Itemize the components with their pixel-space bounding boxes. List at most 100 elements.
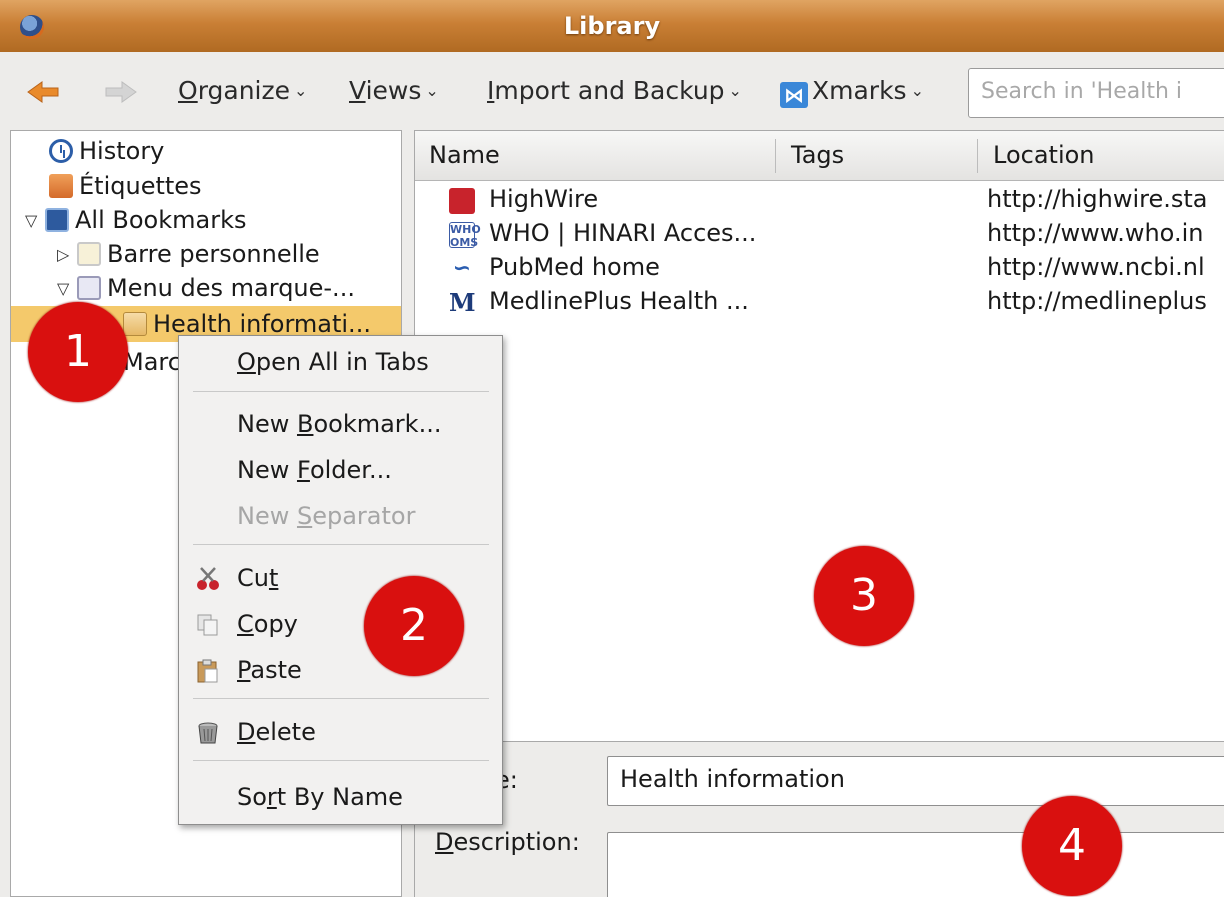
views-label: iews (365, 76, 422, 105)
menu-text: elete (255, 718, 316, 746)
menu-mnemonic: C (237, 610, 254, 638)
menu-text: aste (250, 656, 302, 684)
chevron-down-icon: ⌄ (294, 81, 308, 100)
xmarks-menu-button[interactable]: ⋈ Xmarks ⌄ (780, 76, 924, 108)
column-divider[interactable] (977, 139, 978, 173)
bookmark-name: WHO | HINARI Acces... (489, 219, 757, 247)
description-label: Description: (435, 828, 580, 856)
description-mnemonic: D (435, 828, 454, 856)
description-field[interactable] (607, 832, 1224, 897)
tree-item-label: History (79, 137, 165, 165)
search-input[interactable]: Search in 'Health i (968, 68, 1224, 118)
menu-text: So (237, 783, 267, 811)
copy-icon (197, 614, 218, 636)
list-item[interactable]: M MedlinePlus Health ... http://medlinep… (415, 285, 1224, 319)
menu-item-sort-by-name[interactable]: Sort By Name (237, 783, 403, 811)
medlineplus-icon: M (449, 288, 476, 317)
views-mnemonic: V (349, 76, 366, 105)
tags-icon (49, 174, 73, 198)
menu-mnemonic: t (268, 564, 279, 592)
menu-text: t By Name (276, 783, 403, 811)
callout-3: 3 (814, 546, 914, 646)
menu-item-cut[interactable]: Cut (237, 564, 278, 592)
column-header-name[interactable]: Name (429, 141, 500, 169)
menu-item-copy[interactable]: Copy (237, 610, 298, 638)
list-header: Name Tags Location (415, 131, 1224, 181)
menu-item-paste[interactable]: Paste (237, 656, 302, 684)
column-header-location[interactable]: Location (993, 141, 1095, 169)
bookmark-name: MedlinePlus Health ... (489, 287, 749, 315)
toolbar-folder-icon (77, 242, 101, 266)
tree-item-barre-personnelle[interactable]: ▷ Barre personnelle (57, 237, 320, 271)
bookmark-location: http://www.ncbi.nl (987, 253, 1205, 281)
menu-folder-icon (77, 276, 101, 300)
toolbar: Organize ⌄ Views ⌄ Import and Backup ⌄ ⋈ Xma… (0, 52, 1224, 132)
menu-mnemonic: P (237, 656, 251, 684)
column-divider[interactable] (775, 139, 776, 173)
xmarks-label: Xmarks (812, 76, 907, 105)
menu-separator (193, 544, 489, 545)
tree-item-all-bookmarks[interactable]: ▽ All Bookmarks (25, 203, 246, 237)
menu-item-new-folder[interactable]: New Folder... (237, 456, 392, 484)
menu-item-new-separator: New Separator (237, 502, 415, 530)
tree-item-label: Barre personnelle (107, 240, 320, 268)
back-arrow-icon[interactable] (26, 80, 60, 104)
menu-text: ookmark... (313, 410, 442, 438)
folder-icon (123, 312, 147, 336)
menu-item-open-all-in-tabs[interactable]: Open All in Tabs (237, 348, 429, 376)
context-menu: Open All in Tabs New Bookmark... New Fol… (178, 335, 503, 825)
organize-mnemonic: O (178, 76, 198, 105)
organize-menu-button[interactable]: Organize ⌄ (178, 76, 307, 105)
tree-item-history[interactable]: History (49, 134, 164, 168)
menu-text: New (237, 410, 297, 438)
menu-item-delete[interactable]: Delete (237, 718, 316, 746)
callout-1: 1 (28, 302, 128, 402)
library-window: Library Organize ⌄ Views ⌄ Import and Back… (0, 0, 1224, 897)
menu-item-new-bookmark[interactable]: New Bookmark... (237, 410, 441, 438)
all-bookmarks-icon (45, 208, 69, 232)
tree-item-etiquettes[interactable]: Étiquettes (49, 169, 202, 203)
menu-mnemonic: O (237, 348, 256, 376)
tree-item-marc[interactable]: Marc (123, 345, 181, 379)
forward-arrow-icon[interactable] (104, 80, 138, 104)
bookmark-location: http://www.who.in (987, 219, 1204, 247)
menu-mnemonic: S (296, 502, 313, 530)
xmarks-icon: ⋈ (780, 82, 808, 108)
scissors-icon (197, 567, 219, 590)
list-item[interactable]: ∽ PubMed home http://www.ncbi.nl (415, 251, 1224, 285)
bookmark-name: HighWire (489, 185, 599, 213)
trash-icon (198, 722, 218, 744)
bookmark-location: http://medlineplus (987, 287, 1207, 315)
menu-text: opy (253, 610, 298, 638)
import-backup-label: mport and Backup (494, 76, 725, 105)
chevron-down-icon: ⌄ (728, 81, 742, 100)
bookmark-location: http://highwire.sta (987, 185, 1208, 213)
pubmed-icon: ∽ (449, 256, 475, 282)
views-menu-button[interactable]: Views ⌄ (349, 76, 439, 105)
menu-mnemonic: F (296, 456, 310, 484)
menu-mnemonic: D (237, 718, 256, 746)
history-icon (49, 139, 73, 163)
tree-item-menu-des-marque[interactable]: ▽ Menu des marque-... (57, 271, 355, 305)
menu-mnemonic: r (266, 783, 277, 811)
chevron-down-icon: ⌄ (425, 81, 439, 100)
column-header-tags[interactable]: Tags (791, 141, 844, 169)
import-backup-menu-button[interactable]: Import and Backup ⌄ (487, 76, 742, 105)
tree-item-label: Marc (123, 348, 181, 376)
organize-label: rganize (197, 76, 291, 105)
expanded-triangle-icon[interactable]: ▽ (57, 279, 77, 298)
expanded-triangle-icon[interactable]: ▽ (25, 211, 45, 230)
collapsed-triangle-icon[interactable]: ▷ (57, 245, 77, 264)
list-item[interactable]: HighWire http://highwire.sta (415, 183, 1224, 217)
menu-text: eparator (312, 502, 416, 530)
list-item[interactable]: WHO OMS WHO | HINARI Acces... http://www.… (415, 217, 1224, 251)
menu-separator (193, 760, 489, 761)
tree-item-label: All Bookmarks (75, 206, 247, 234)
callout-2: 2 (364, 576, 464, 676)
name-field[interactable]: Health information (607, 756, 1224, 806)
tree-item-label: Étiquettes (79, 172, 202, 200)
window-title: Library (563, 12, 661, 40)
menu-text: pen All in Tabs (255, 348, 429, 376)
menu-separator (193, 698, 489, 699)
menu-text: New (237, 456, 297, 484)
